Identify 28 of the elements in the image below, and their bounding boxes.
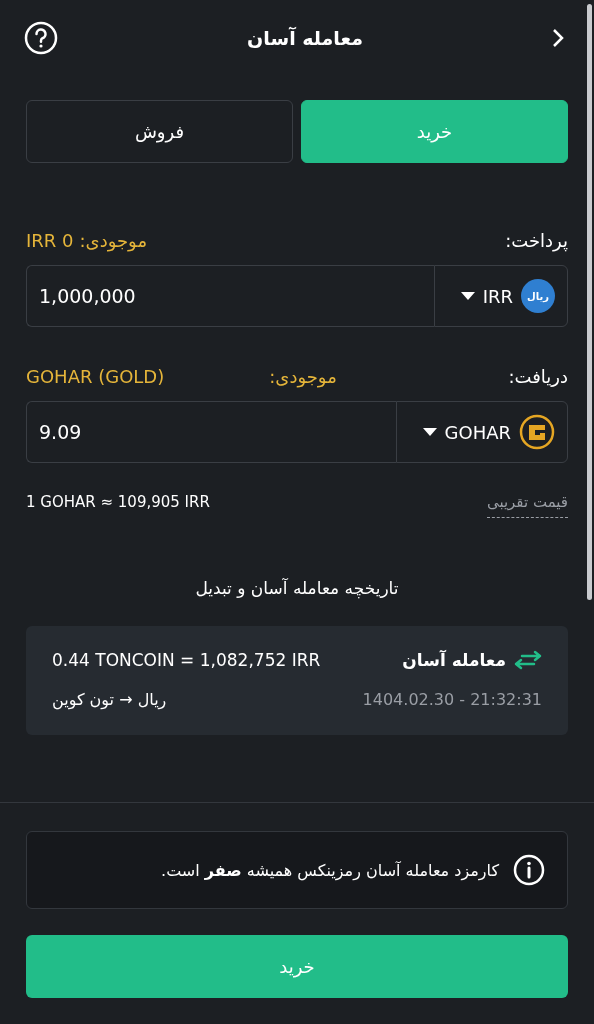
caret-icon [422,428,437,436]
info-icon [513,854,545,886]
chevron-right-icon[interactable] [552,28,564,48]
history-title: تاریخچه معامله آسان و تبدیل [194,578,400,598]
balance-label: موجودی: [269,365,337,387]
balance-value: GOHAR (GOLD) [26,365,165,387]
field-label: پرداخت: [505,229,568,251]
amount-field[interactable]: 1,000,000 [26,265,434,327]
scrollbar[interactable] [587,4,592,600]
help-icon[interactable] [24,21,58,55]
trade-type: معامله آسان [402,650,506,670]
trade-route: ریال → تون کوین [52,690,167,709]
approx-price-link[interactable]: قیمت تقریبی [486,493,568,518]
caret-icon [460,292,475,300]
rial-coin-icon: ریال [521,279,555,313]
amount-field[interactable]: 9.09 [26,401,396,463]
notice-text: کارمزد معامله آسان رمزینکس همیشه صفر است. [161,860,499,880]
trade-amount: 0.44 TONCOIN = 1,082,752 IRR [52,650,321,670]
balance-value: IRR 0 [26,229,74,251]
field-label: دریافت: [508,365,568,387]
page-title: معامله آسان [247,27,363,49]
exchange-rate: 1 GOHAR ≈ 109,905 IRR [26,493,210,511]
trade-time: 1404.02.30 - 21:32:31 [362,690,542,709]
currency-selector[interactable]: GOHAR [395,401,568,463]
balance-label: موجودی: [79,229,148,251]
trade-tab[interactable]: فروش [26,100,293,163]
swap-arrows-icon [514,650,542,670]
coin-icon [519,414,555,450]
